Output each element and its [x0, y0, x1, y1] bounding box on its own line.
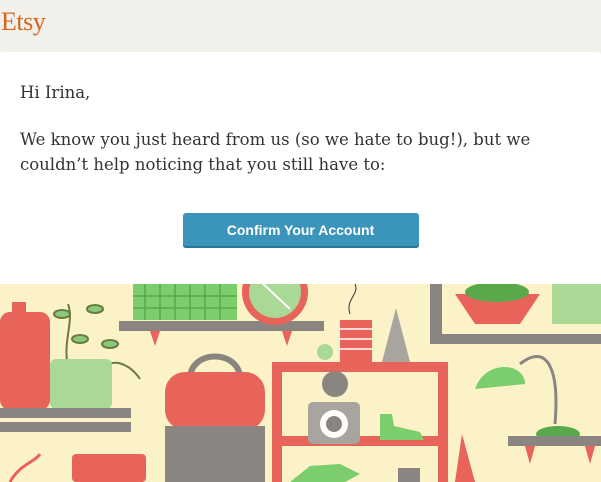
coral-sprig: [8, 453, 42, 482]
desk-lamp-icon: [475, 355, 580, 442]
greeting-text: Hi Irina,: [20, 83, 91, 102]
camera-icon: [308, 371, 360, 444]
illustration-svg: [0, 284, 601, 482]
boot-icon: [380, 414, 424, 440]
etsy-logo[interactable]: Etsy: [1, 7, 46, 36]
yarn-cone-icon: [382, 308, 410, 362]
shelf-right: [508, 436, 601, 446]
email-header: Etsy: [0, 0, 601, 52]
message-text: We know you just heard from us (so we ha…: [20, 130, 531, 174]
green-pot-icon: [50, 359, 112, 409]
green-dot: [317, 344, 333, 360]
gem-icon: [290, 464, 360, 482]
shelf-middle: [119, 321, 324, 331]
grid-basket-icon: [133, 284, 237, 320]
confirm-account-button[interactable]: Confirm Your Account: [182, 213, 419, 248]
handbag-icon: [165, 353, 265, 430]
red-triangle: [455, 434, 475, 482]
mirror-icon: [242, 284, 308, 325]
gray-box: [165, 426, 265, 482]
red-box: [72, 454, 146, 482]
thread-spool-icon: [340, 284, 372, 362]
shop-illustration: [0, 284, 601, 482]
email-body: Hi Irina, We know you just heard from us…: [0, 52, 601, 177]
vase-icon: [0, 302, 50, 410]
shelf-left-bottom-2: [0, 422, 131, 432]
framed-picture-icon: [430, 284, 601, 344]
shelf-left-bottom: [0, 408, 131, 418]
cup-icon: [398, 468, 420, 482]
email-card: Hi Irina, We know you just heard from us…: [0, 52, 601, 284]
